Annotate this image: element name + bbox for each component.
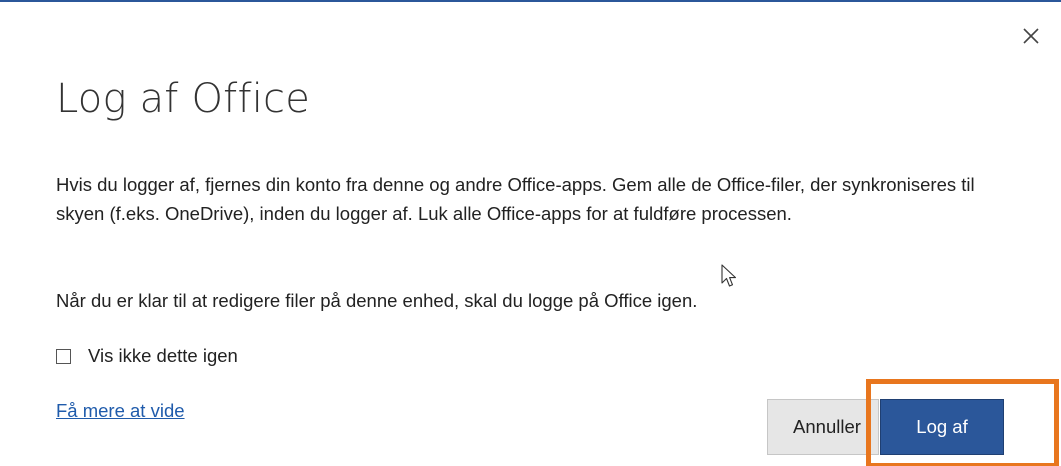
close-button[interactable] [1019, 24, 1043, 48]
dont-show-again-label: Vis ikke dette igen [88, 345, 238, 366]
cancel-button[interactable]: Annuller [767, 399, 879, 455]
dont-show-again-checkbox[interactable] [56, 348, 71, 364]
sign-out-description: Hvis du logger af, fjernes din konto fra… [56, 174, 975, 224]
dialog-title: Log af Office [56, 76, 311, 122]
sign-out-button[interactable]: Log af [880, 399, 1004, 455]
learn-more-link[interactable]: Få mere at vide [56, 400, 185, 422]
sign-out-button-label: Log af [916, 416, 968, 437]
cancel-button-label: Annuller [793, 416, 861, 437]
dont-show-again-option[interactable]: Vis ikke dette igen [56, 343, 238, 369]
close-icon [1023, 28, 1039, 44]
sign-out-dialog: Log af Office Hvis du logger af, fjernes… [0, 0, 1061, 466]
sign-in-again-note: Når du er klar til at redigere filer på … [56, 290, 698, 311]
